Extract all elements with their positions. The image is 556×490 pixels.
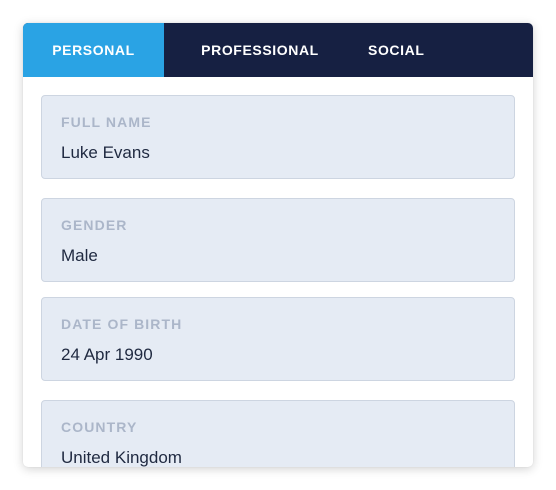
field-gender[interactable]: GENDER Male	[41, 198, 515, 282]
field-label: GENDER	[61, 217, 128, 233]
field-value: 24 Apr 1990	[61, 345, 153, 364]
field-value: Luke Evans	[61, 143, 150, 162]
tab-bar: PERSONAL PROFESSIONAL SOCIAL	[23, 23, 533, 77]
field-value: Male	[61, 246, 98, 265]
field-value: United Kingdom	[61, 448, 182, 467]
tab-personal[interactable]: PERSONAL	[23, 23, 164, 77]
tab-professional[interactable]: PROFESSIONAL	[164, 23, 356, 77]
tab-social[interactable]: SOCIAL	[356, 23, 430, 77]
field-label: FULL NAME	[61, 114, 152, 130]
profile-card: PERSONAL PROFESSIONAL SOCIAL FULL NAME L…	[23, 23, 533, 467]
field-label: COUNTRY	[61, 419, 138, 435]
field-label: DATE OF BIRTH	[61, 316, 183, 332]
field-full-name[interactable]: FULL NAME Luke Evans	[41, 95, 515, 179]
field-country[interactable]: COUNTRY United Kingdom	[41, 400, 515, 467]
field-date-of-birth[interactable]: DATE OF BIRTH 24 Apr 1990	[41, 297, 515, 381]
